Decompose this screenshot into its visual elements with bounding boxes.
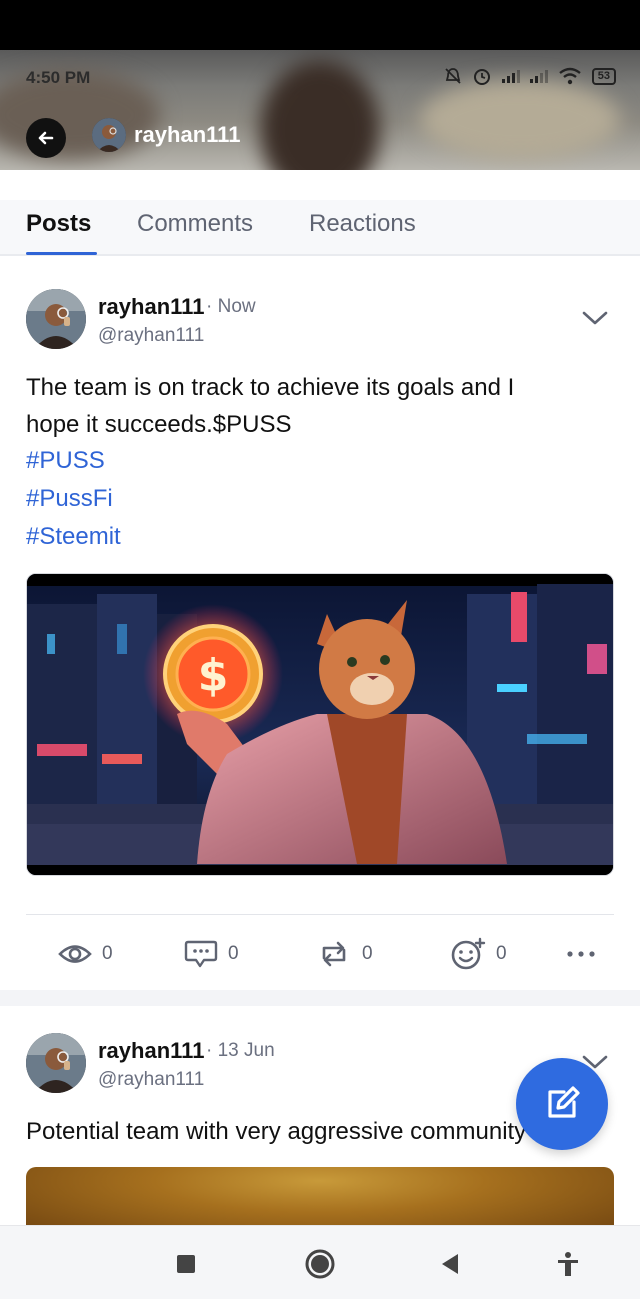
tab-posts[interactable]: Posts — [26, 210, 91, 238]
repost-button[interactable]: 0 — [316, 934, 373, 974]
reaction-button[interactable]: 0 — [450, 934, 507, 974]
post-author-avatar[interactable] — [26, 1033, 86, 1093]
back-button[interactable] — [26, 118, 66, 158]
back-triangle-icon — [442, 1254, 458, 1274]
hashtag-link[interactable]: #PussFi — [26, 485, 113, 513]
compose-button[interactable] — [516, 1058, 608, 1150]
tab-comments[interactable]: Comments — [137, 210, 253, 238]
more-horizontal-icon — [567, 951, 595, 957]
post-body-line: The team is on track to achieve its goal… — [26, 374, 515, 401]
active-tab-indicator — [26, 252, 97, 255]
post-author-handle: @rayhan111 — [98, 325, 205, 346]
comment-icon — [184, 940, 218, 968]
header-avatar[interactable] — [92, 118, 126, 152]
tab-reactions[interactable]: Reactions — [309, 210, 416, 238]
alarm-icon — [473, 69, 490, 85]
signal-2-icon — [529, 69, 548, 83]
eye-icon — [58, 945, 92, 963]
post-separator — [0, 990, 640, 1006]
arrow-left-icon — [38, 131, 54, 145]
add-reaction-icon — [451, 937, 486, 970]
avatar-image — [26, 289, 86, 349]
svg-text:$: $ — [198, 650, 229, 701]
chevron-down-icon[interactable] — [580, 308, 610, 328]
avatar-image — [26, 1033, 86, 1093]
views-button[interactable]: 0 — [58, 934, 113, 974]
reactions-count: 0 — [496, 943, 507, 964]
post-divider — [26, 914, 614, 915]
status-icons: 53 — [444, 66, 616, 86]
hashtag-link[interactable]: #Steemit — [26, 523, 121, 551]
status-time: 4:50 PM — [26, 68, 91, 87]
avatar-image — [92, 118, 126, 152]
post-time: · Now — [206, 296, 256, 317]
home-button[interactable] — [304, 1248, 336, 1280]
mute-bell-icon — [445, 68, 461, 84]
post-author-name[interactable]: rayhan111 — [98, 294, 204, 320]
post-author-name[interactable]: rayhan111 — [98, 1038, 204, 1064]
recents-button[interactable] — [170, 1248, 202, 1280]
post-time: · 13 Jun — [206, 1040, 275, 1061]
repost-icon — [322, 941, 346, 967]
top-black-bar — [0, 0, 640, 50]
battery-indicator: 53 — [591, 67, 616, 85]
views-count: 0 — [102, 943, 113, 964]
cat-holding-coin-image: $ — [27, 574, 613, 875]
wifi-icon — [559, 67, 581, 85]
header-username: rayhan111 — [134, 122, 241, 147]
post-image[interactable]: $ — [26, 573, 614, 876]
profile-tabs: Posts Comments Reactions — [0, 200, 640, 256]
back-nav-button[interactable] — [434, 1248, 466, 1280]
accessibility-button[interactable] — [552, 1248, 584, 1280]
circle-icon — [305, 1249, 335, 1279]
system-nav-bar — [0, 1225, 640, 1299]
more-options-button[interactable] — [566, 934, 596, 974]
hashtag-link[interactable]: #PUSS — [26, 447, 105, 475]
square-icon — [177, 1255, 195, 1273]
app-screen: 4:50 PM 53 rayhan111 Posts Comments Reac… — [0, 0, 640, 1299]
comments-count: 0 — [228, 943, 239, 964]
comments-button[interactable]: 0 — [184, 934, 239, 974]
profile-header: 4:50 PM 53 rayhan111 — [0, 50, 640, 170]
status-bar: 4:50 PM 53 — [0, 50, 640, 102]
post-body-line: hope it succeeds.$PUSS — [26, 411, 292, 438]
accessibility-icon — [558, 1252, 578, 1276]
signal-1-icon — [501, 69, 520, 83]
edit-icon — [548, 1086, 580, 1118]
post-author-avatar[interactable] — [26, 289, 86, 349]
post-author-handle: @rayhan111 — [98, 1069, 205, 1090]
reposts-count: 0 — [362, 943, 373, 964]
